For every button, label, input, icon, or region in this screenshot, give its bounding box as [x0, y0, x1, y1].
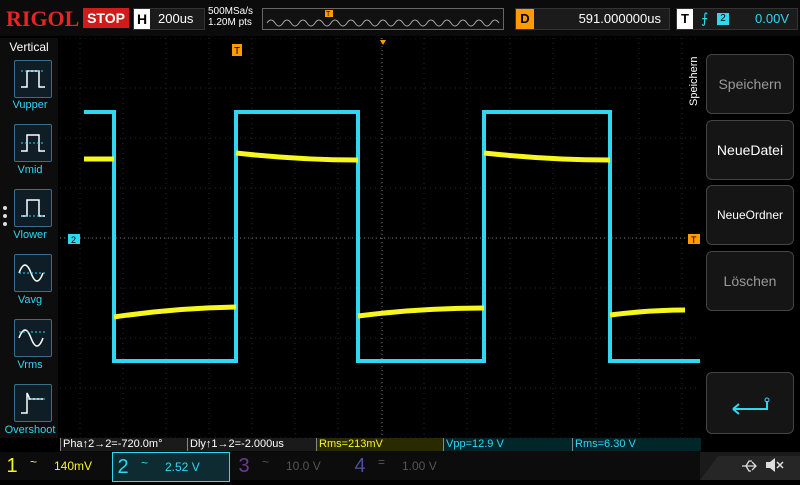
vlower-label: Vlower	[13, 229, 47, 241]
speaker-muted-icon[interactable]	[764, 456, 784, 479]
measurement-delay[interactable]: Dly↑1→2=-2.000us	[187, 438, 318, 451]
memory-overview-strip[interactable]: T	[262, 8, 504, 30]
measurement-ch2-rms[interactable]: Rms=6.30 V	[572, 438, 701, 451]
timebase-box[interactable]: H 200us	[133, 8, 205, 30]
brand-logo: RIGOL	[6, 6, 80, 31]
sine-avg-icon	[18, 264, 47, 282]
vrms-label: Vrms	[17, 359, 43, 371]
waveform-display[interactable]: T 2 T	[60, 37, 700, 439]
delay-box[interactable]: D 591.000000us	[515, 8, 670, 30]
sine-rms-icon	[18, 329, 47, 347]
memory-waveform-icon: T	[266, 10, 500, 27]
trigger-key: T	[677, 9, 693, 29]
loeschen-button[interactable]: Löschen	[706, 251, 794, 311]
vlower-button[interactable]	[14, 189, 52, 227]
pulse-upper-icon	[21, 70, 45, 88]
ch2-offset-label: 2	[71, 235, 76, 245]
speichern-button[interactable]: Speichern	[706, 54, 794, 114]
trigger-source: 2	[717, 13, 729, 25]
vupper-button[interactable]	[14, 60, 52, 98]
channel-4-coupling: =	[378, 455, 386, 469]
vavg-label: Vavg	[17, 294, 43, 306]
channel-2-status[interactable]: 2 ~ 2.52 V	[112, 452, 230, 482]
channel-2-coupling: ~	[141, 456, 149, 470]
channel-3-coupling: ~	[262, 455, 270, 469]
vavg-button[interactable]	[14, 254, 52, 292]
save-menu-title: Speichern	[688, 56, 700, 106]
acquisition-info: 500MSa/s 1.20M pts	[208, 6, 253, 28]
overshoot-icon	[21, 392, 45, 414]
trigger-box[interactable]: T ⨍ 2 0.00V	[676, 8, 798, 30]
neue-datei-button[interactable]: NeueDatei	[706, 120, 794, 180]
timebase-value: 200us	[158, 11, 194, 26]
sample-rate: 500MSa/s	[208, 6, 254, 17]
pulse-lower-icon	[21, 199, 45, 217]
channel-4-status[interactable]: 4 = 1.00 V	[350, 452, 456, 480]
measurement-ch2-vpp[interactable]: Vpp=12.9 V	[443, 438, 574, 451]
vrms-button[interactable]	[14, 319, 52, 357]
channel-4-scale: 1.00 V	[402, 459, 437, 473]
trigger-level: 0.00V	[755, 11, 789, 26]
ch1-waveform	[84, 150, 686, 320]
memory-trigger-marker-label: T	[326, 11, 331, 18]
overshoot-button[interactable]	[14, 384, 52, 422]
enter-arrow-icon	[732, 397, 770, 415]
page-dots-icon	[3, 206, 7, 230]
delay-key: D	[516, 9, 534, 29]
enter-button[interactable]	[706, 372, 794, 434]
neue-ordner-button[interactable]: NeueOrdner	[706, 185, 794, 245]
vmid-button[interactable]	[14, 124, 52, 162]
channel-2-number: 2	[117, 456, 129, 478]
channel-1-coupling: ~	[30, 455, 38, 469]
trigger-level-label: T	[691, 235, 697, 245]
trigger-position-label: T	[234, 46, 240, 57]
ch2-waveform	[84, 110, 700, 363]
measure-menu-title: Vertical	[9, 40, 49, 54]
waveform-graticule: T 2 T	[60, 37, 700, 439]
vmid-label: Vmid	[17, 164, 43, 176]
channel-1-number: 1	[6, 455, 18, 477]
vupper-label: Vupper	[12, 99, 48, 111]
delay-value: 591.000000us	[578, 11, 661, 26]
memory-depth: 1.20M pts	[208, 17, 252, 28]
run-stop-indicator[interactable]: STOP	[83, 8, 129, 28]
channel-3-number: 3	[238, 455, 250, 477]
channel-3-scale: 10.0 V	[286, 459, 321, 473]
channel-1-status[interactable]: 1 ~ 140mV	[2, 452, 108, 480]
channel-1-scale: 140mV	[54, 459, 93, 473]
channel-2-scale: 2.52 V	[165, 460, 200, 474]
timebase-center-marker	[380, 40, 386, 45]
usb-icon	[740, 458, 758, 479]
timebase-key: H	[134, 9, 150, 29]
rising-edge-icon: ⨍	[701, 10, 709, 26]
pulse-mid-icon	[21, 134, 45, 152]
measurement-phase[interactable]: Pha↑2→2=-720.0m°	[60, 438, 189, 451]
channel-4-number: 4	[354, 455, 366, 477]
measurement-ch1-rms[interactable]: Rms=213mV	[316, 438, 445, 451]
channel-3-status[interactable]: 3 ~ 10.0 V	[234, 452, 340, 480]
overshoot-label: Overshoot	[4, 424, 56, 436]
